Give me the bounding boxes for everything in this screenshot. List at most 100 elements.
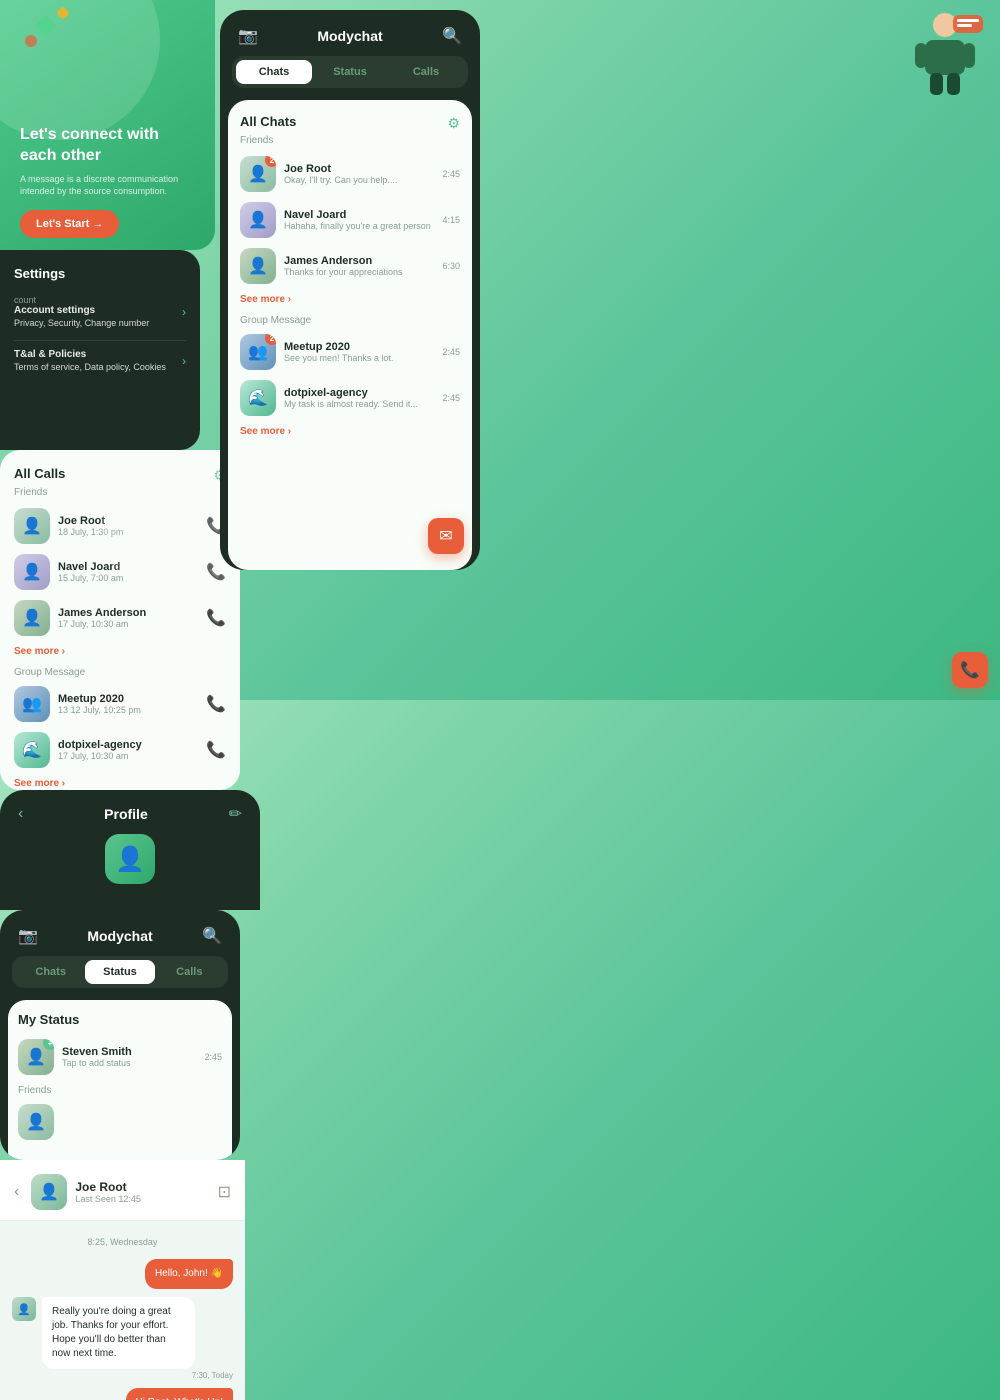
call-avatar-joe: 👤 [14, 508, 50, 544]
chat-name-navel: Navel Joard [284, 209, 434, 221]
all-calls-title: All Calls [14, 466, 65, 481]
see-more-calls[interactable]: See more › [14, 646, 226, 657]
filter-icon[interactable]: ⚙ [447, 115, 460, 132]
chat-item-joe[interactable]: 👤 2 Joe Root Okay, I'll try. Can you hel… [240, 156, 460, 192]
msg-incoming-great-job: 👤 Really you're doing a great job. Thank… [12, 1297, 233, 1380]
conv-avatar-joe: 👤 [31, 1174, 67, 1210]
main-chats-panel: 📷 Modychat 🔍 Chats Status Calls All Chat… [220, 10, 480, 570]
chat-info-navel: Navel Joard Hahaha, finally you're a gre… [284, 209, 434, 231]
bottom-tab-status[interactable]: Status [85, 960, 154, 984]
chat-preview-james: Thanks for your appreciations [284, 267, 434, 277]
call-item-dotpixel[interactable]: 🌊 dotpixel-agency 17 July, 10:30 am 📞 [14, 732, 226, 768]
edit-icon[interactable]: ✏ [229, 804, 242, 824]
call-name-dotpixel: dotpixel-agency [58, 739, 198, 751]
avatar-james: 👤 [240, 248, 276, 284]
call-item-meetup[interactable]: 👥 Meetup 2020 13 12 July, 10:25 pm 📞 [14, 686, 226, 722]
settings-panel: Settings count Account settings Privacy,… [0, 250, 200, 450]
chats-panel-title: Modychat [317, 28, 382, 44]
msg-date: 8:25, Wednesday [12, 1237, 233, 1247]
hero-description: A message is a discrete communication in… [20, 173, 195, 198]
policies-settings-item[interactable]: T&al & Policies Terms of service, Data p… [14, 349, 186, 372]
bottom-friends-label: Friends [18, 1085, 222, 1096]
call-info-dotpixel: dotpixel-agency 17 July, 10:30 am [58, 739, 198, 761]
search-icon[interactable]: 🔍 [442, 26, 462, 46]
chat-name-joe: Joe Root [284, 163, 434, 175]
chevron-right-icon-2: › [182, 354, 186, 368]
msg-great-job: Really you're doing a great job. Thanks … [42, 1297, 195, 1369]
steven-name: Steven Smith [62, 1046, 196, 1058]
conv-status: Last Seen 12:45 [75, 1194, 141, 1204]
call-icon-james[interactable]: 📞 [206, 608, 226, 628]
bottom-friend-avatar: 👤 [18, 1104, 54, 1140]
bottom-friend-item[interactable]: 👤 [18, 1104, 222, 1140]
account-settings-sub: Privacy, Security, Change number [14, 318, 149, 328]
chat-name-meetup: Meetup 2020 [284, 341, 434, 353]
chat-item-dotpixel[interactable]: 🌊 dotpixel-agency My task is almost read… [240, 380, 460, 416]
status-item-steven[interactable]: 👤 + Steven Smith Tap to add status 2:45 [18, 1039, 222, 1075]
steven-time: 2:45 [204, 1052, 222, 1062]
badge-meetup: 2 [265, 334, 276, 345]
chat-name-james: James Anderson [284, 255, 434, 267]
policies-settings-sub: Terms of service, Data policy, Cookies [14, 362, 166, 372]
tabs-bar: Chats Status Calls [232, 56, 468, 88]
chats-friends-label: Friends [240, 135, 460, 146]
badge-joe: 2 [265, 156, 276, 167]
messages-area: 8:25, Wednesday Hello, John! 👋 👤 Really … [0, 1221, 245, 1400]
account-label: count [14, 295, 149, 305]
chat-item-navel[interactable]: 👤 Navel Joard Hahaha, finally you're a g… [240, 202, 460, 238]
chevron-right-icon: › [182, 305, 186, 319]
lets-start-button[interactable]: Let's Start → [20, 210, 119, 238]
see-more-groups[interactable]: See more › [240, 426, 460, 437]
chat-item-meetup[interactable]: 👥 2 Meetup 2020 See you men! Thanks a lo… [240, 334, 460, 370]
call-info-james: James Anderson 17 July, 10:30 am [58, 607, 198, 629]
video-call-icon[interactable]: ⊡ [218, 1182, 231, 1202]
see-more-chats[interactable]: See more › [240, 294, 460, 305]
avatar-steven: 👤 + [18, 1039, 54, 1075]
bottom-tab-chats[interactable]: Chats [16, 960, 85, 984]
steven-info: Steven Smith Tap to add status [62, 1046, 196, 1068]
tab-chats[interactable]: Chats [236, 60, 312, 84]
active-call-fab[interactable]: 📞 [952, 652, 988, 688]
bottom-camera-icon[interactable]: 📷 [18, 926, 38, 946]
conversation-panel: ‹ 👤 Joe Root Last Seen 12:45 ⊡ 8:25, Wed… [0, 1160, 245, 1400]
chat-time-joe: 2:45 [442, 169, 460, 179]
call-avatar-james: 👤 [14, 600, 50, 636]
chat-info-joe: Joe Root Okay, I'll try. Can you help...… [284, 163, 434, 185]
msg-hi-root: Hi Root, What's Up! [126, 1388, 234, 1400]
tab-status[interactable]: Status [312, 60, 388, 84]
back-icon[interactable]: ‹ [18, 805, 23, 823]
conv-back-icon[interactable]: ‹ [14, 1183, 19, 1201]
call-time-meetup: 13 12 July, 10:25 pm [58, 705, 198, 715]
tab-calls[interactable]: Calls [388, 60, 464, 84]
bottom-search-icon[interactable]: 🔍 [202, 926, 222, 946]
account-settings-item[interactable]: count Account settings Privacy, Security… [14, 295, 186, 328]
see-more-group-calls[interactable]: See more › [14, 778, 226, 789]
chat-time-navel: 4:15 [442, 215, 460, 225]
call-icon-meetup[interactable]: 📞 [206, 694, 226, 714]
chat-item-james[interactable]: 👤 James Anderson Thanks for your appreci… [240, 248, 460, 284]
call-time-james: 17 July, 10:30 am [58, 619, 198, 629]
bottom-tab-calls[interactable]: Calls [155, 960, 224, 984]
chat-info-dotpixel: dotpixel-agency My task is almost ready.… [284, 387, 434, 409]
my-status-title: My Status [18, 1012, 222, 1027]
call-icon-dotpixel[interactable]: 📞 [206, 740, 226, 760]
account-settings-label: Account settings [14, 305, 149, 316]
msg-avatar-small: 👤 [12, 1297, 36, 1321]
camera-icon[interactable]: 📷 [238, 26, 258, 46]
profile-header: ‹ Profile ✏ [18, 804, 242, 824]
profile-avatar: 👤 [105, 834, 155, 884]
call-item-james[interactable]: 👤 James Anderson 17 July, 10:30 am 📞 [14, 600, 226, 636]
profile-title: Profile [104, 806, 148, 822]
chat-time-dotpixel: 2:45 [442, 393, 460, 403]
calls-group-label: Group Message [14, 667, 226, 678]
all-chats-title: All Chats [240, 114, 296, 129]
group-message-label: Group Message [240, 315, 460, 326]
chat-info-james: James Anderson Thanks for your appreciat… [284, 255, 434, 277]
avatar-navel: 👤 [240, 202, 276, 238]
call-name-james: James Anderson [58, 607, 198, 619]
profile-panel: ‹ Profile ✏ 👤 [0, 790, 260, 910]
call-info-meetup: Meetup 2020 13 12 July, 10:25 pm [58, 693, 198, 715]
call-avatar-meetup: 👥 [14, 686, 50, 722]
chats-body: All Chats ⚙ Friends 👤 2 Joe Root Okay, I… [228, 100, 472, 570]
new-message-fab[interactable]: ✉ [428, 518, 464, 554]
